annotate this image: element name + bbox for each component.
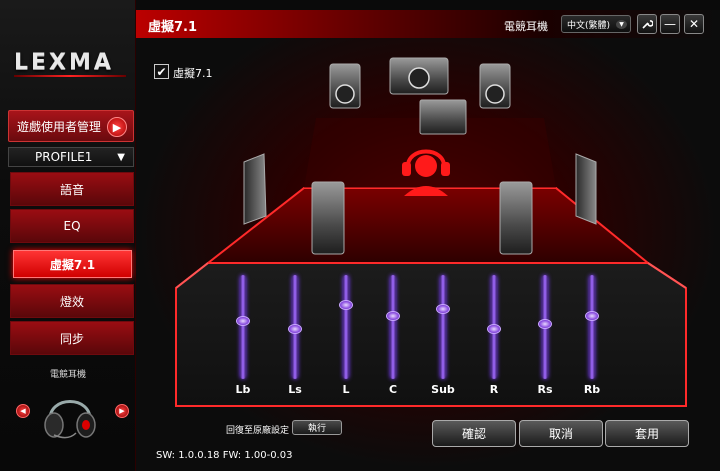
slider-lb[interactable] (234, 275, 252, 385)
page-title: 虛擬7.1 (148, 20, 198, 35)
minimize-button[interactable]: — (660, 14, 680, 34)
device-next-button[interactable]: ▶ (115, 404, 129, 418)
close-icon: ✕ (688, 17, 700, 31)
slider-label: Sub (431, 383, 455, 396)
logo-text: LEXMA (14, 50, 114, 75)
virtual71-label: 虛擬7.1 (173, 67, 213, 80)
slider-label: Lb (235, 383, 251, 396)
slider-knob[interactable] (487, 324, 501, 334)
nav-item-label: 燈效 (59, 294, 84, 309)
caret-down-icon: ▼ (616, 20, 627, 29)
language-select[interactable]: 中文(繁體) ▼ (561, 15, 631, 33)
execute-button[interactable]: 執行 (292, 420, 342, 435)
slider-knob[interactable] (288, 324, 302, 334)
slider-rs[interactable] (536, 275, 554, 385)
speaker-rear-right (499, 181, 533, 255)
apply-label: 套用 (634, 427, 659, 441)
slider-knob[interactable] (585, 311, 599, 321)
slider-ls[interactable] (286, 275, 304, 385)
nav-item-eq[interactable]: EQ (10, 209, 134, 243)
slider-track[interactable] (589, 275, 595, 379)
cancel-label: 取消 (548, 427, 573, 441)
device-prev-button[interactable]: ◀ (16, 404, 30, 418)
game-user-manager-label: 遊戲使用者管理 (17, 119, 102, 134)
slider-knob[interactable] (386, 311, 400, 321)
slider-rb[interactable] (583, 275, 601, 385)
slider-knob[interactable] (436, 304, 450, 314)
main-panel (136, 38, 720, 471)
device-label: 電競耳機 (49, 370, 86, 380)
speaker-side-right (575, 153, 597, 225)
slider-label: R (489, 383, 499, 396)
game-user-manager-button[interactable]: 遊戲使用者管理 ▶ (8, 110, 134, 142)
settings-tool-button[interactable] (637, 14, 657, 34)
slider-label: Rb (583, 383, 601, 396)
slider-label: C (388, 383, 398, 396)
nav-item-label: 同步 (59, 331, 84, 346)
cancel-button[interactable]: 取消 (519, 420, 603, 447)
device-name: 電競耳機 (504, 20, 548, 33)
arrow-right-icon: ▶ (107, 117, 127, 137)
checkmark-icon: ✔ (156, 64, 167, 79)
profile-label: PROFILE1 (35, 150, 93, 164)
nav-item-label: 語音 (59, 182, 84, 197)
virtual71-checkbox[interactable]: ✔ (154, 64, 169, 79)
slider-track[interactable] (440, 275, 446, 379)
reset-label: 回復至原廠設定 (226, 426, 290, 436)
slider-track[interactable] (343, 275, 349, 379)
minimize-icon: — (664, 17, 676, 31)
nav-item-lighting[interactable]: 燈效 (10, 284, 134, 318)
slider-track[interactable] (390, 275, 396, 379)
nav-item-voice[interactable]: 語音 (10, 172, 134, 206)
version-info: SW: 1.0.0.18 FW: 1.00-0.03 (156, 450, 293, 461)
title-bar: 虛擬7.1 電競耳機 中文(繁體) ▼ — ✕ (136, 10, 720, 38)
nav-item-virtual71[interactable]: 虛擬7.1 (13, 250, 132, 278)
speaker-cone (335, 84, 355, 104)
slider-knob[interactable] (236, 316, 250, 326)
speaker-stage (175, 57, 687, 407)
apply-button[interactable]: 套用 (605, 420, 689, 447)
nav-item-sync[interactable]: 同步 (10, 321, 134, 355)
ok-label: 確認 (461, 427, 486, 441)
speaker-cone (408, 67, 430, 89)
sidebar: LEXMA 遊戲使用者管理 ▶ PROFILE1 ▼ 語音 EQ 虛擬7.1 燈… (0, 0, 136, 471)
close-button[interactable]: ✕ (684, 14, 704, 34)
wrench-icon (642, 20, 653, 29)
profile-select[interactable]: PROFILE1 ▼ (8, 147, 134, 167)
slider-label: L (342, 383, 350, 396)
brand-logo: LEXMA (14, 50, 126, 77)
slider-knob[interactable] (538, 319, 552, 329)
slider-r[interactable] (485, 275, 503, 385)
speaker-subwoofer (419, 99, 467, 135)
caret-down-icon: ▼ (117, 152, 125, 163)
speaker-side-left (243, 153, 267, 225)
slider-track[interactable] (240, 275, 246, 379)
speaker-rear-left (311, 181, 345, 255)
headset-product-icon (44, 400, 96, 439)
language-value: 中文(繁體) (567, 20, 611, 31)
ok-button[interactable]: 確認 (432, 420, 516, 447)
app-window: LEXMA 遊戲使用者管理 ▶ PROFILE1 ▼ 語音 EQ 虛擬7.1 燈… (0, 0, 720, 471)
logo-underline (14, 75, 126, 77)
slider-label: Ls (288, 383, 302, 396)
slider-l[interactable] (337, 275, 355, 385)
nav-item-label: EQ (63, 219, 81, 233)
speaker-cone (485, 84, 505, 104)
slider-sub[interactable] (434, 275, 452, 385)
slider-c[interactable] (384, 275, 402, 385)
slider-knob[interactable] (339, 300, 353, 310)
slider-label: Rs (537, 383, 553, 396)
nav-item-label: 虛擬7.1 (49, 257, 96, 272)
execute-label: 執行 (307, 424, 326, 434)
